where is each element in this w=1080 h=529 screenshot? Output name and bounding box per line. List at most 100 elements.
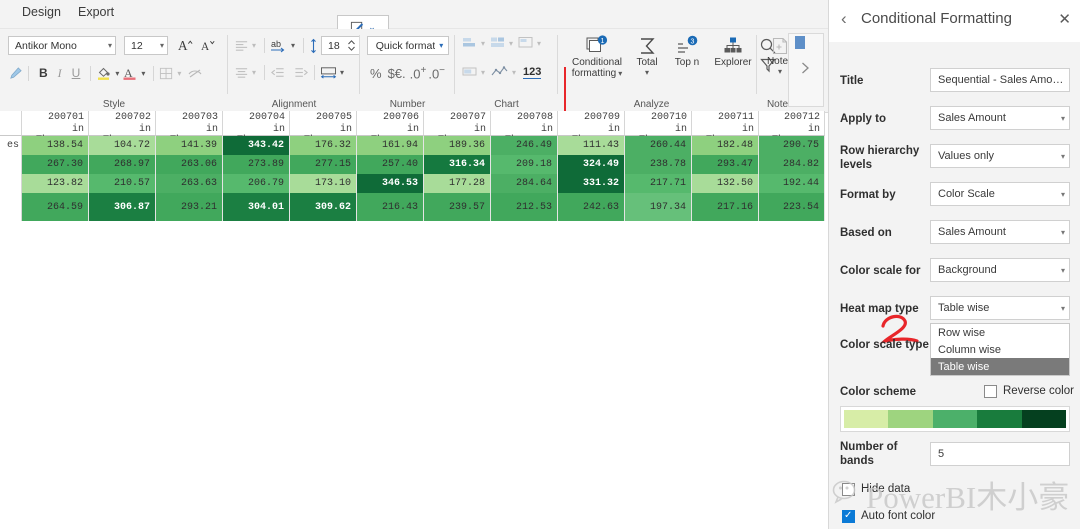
title-field[interactable]: Sequential - Sales Amo… <box>930 68 1070 92</box>
grid-cell[interactable]: 217.71 <box>625 174 692 193</box>
grid-cell[interactable]: 182.48 <box>692 136 759 155</box>
grid-cell[interactable]: 284.64 <box>491 174 558 193</box>
grid-column-header[interactable]: 200706in Thousan… <box>357 111 424 146</box>
bold-button[interactable]: B <box>34 66 53 80</box>
chevron-down-icon[interactable]: ▾ <box>141 69 145 78</box>
grid-column-header[interactable]: 200711in Thousan… <box>692 111 759 146</box>
grid-cell[interactable]: 263.63 <box>156 174 223 193</box>
grid-cell[interactable]: 324.49 <box>558 155 625 174</box>
color-scheme-gradient[interactable] <box>840 406 1070 432</box>
grid-cell[interactable]: 268.97 <box>89 155 156 174</box>
chevron-down-icon[interactable]: ▾ <box>645 68 649 77</box>
grid-column-header[interactable]: 200712in Thousan… <box>759 111 825 146</box>
apply-to-select[interactable]: Sales Amount ▾ <box>930 106 1070 130</box>
line-chart-icon[interactable] <box>491 65 509 79</box>
chevron-down-icon[interactable]: ▾ <box>481 68 485 77</box>
grid-cell[interactable]: 293.21 <box>156 193 223 221</box>
borders-icon[interactable] <box>159 66 174 81</box>
ribbon-overflow-panel[interactable] <box>788 33 824 107</box>
grid-cell[interactable]: 192.44 <box>759 174 825 193</box>
grid-cell[interactable]: 290.75 <box>759 136 825 155</box>
underline-button[interactable]: U <box>67 66 86 80</box>
explorer-button[interactable]: Explorer <box>708 35 758 68</box>
variance-chart-icon[interactable] <box>518 36 534 50</box>
grid-column-header[interactable]: 200708in Thousan… <box>491 111 558 146</box>
wrap-text-icon[interactable]: ab <box>270 38 288 54</box>
grid-cell[interactable]: 293.47 <box>692 155 759 174</box>
format-painter-icon[interactable] <box>8 66 23 81</box>
grid-cell[interactable]: 267.30 <box>22 155 89 174</box>
color-swatch[interactable] <box>1021 410 1067 428</box>
stepper-icon[interactable] <box>347 39 356 52</box>
grid-cell[interactable]: 331.32 <box>558 174 625 193</box>
chevron-left-icon[interactable]: ‹ <box>841 9 847 29</box>
auto-font-color-checkbox[interactable] <box>842 510 855 523</box>
color-swatch[interactable] <box>888 410 933 428</box>
font-size-combo[interactable]: 12 ▾ <box>124 36 168 55</box>
color-scale-for-select[interactable]: Background ▾ <box>930 258 1070 282</box>
grid-column-header[interactable]: 200707in Thousan… <box>424 111 491 146</box>
chevron-down-icon[interactable]: ▾ <box>537 39 541 48</box>
grid-column-header[interactable]: 200705in Thousan… <box>290 111 357 146</box>
chevron-down-icon[interactable]: ▾ <box>291 41 295 50</box>
grid-cell[interactable]: 177.28 <box>424 174 491 193</box>
grid-cell[interactable]: 210.57 <box>89 174 156 193</box>
grid-cell[interactable]: 173.10 <box>290 174 357 193</box>
grid-cell[interactable]: 343.42 <box>223 136 290 155</box>
chevron-down-icon[interactable]: ▾ <box>618 68 622 79</box>
grid-cell[interactable]: 346.53 <box>357 174 424 193</box>
grid-cell[interactable]: 197.34 <box>625 193 692 221</box>
grid-cell[interactable]: 161.94 <box>357 136 424 155</box>
grid-cell[interactable]: 104.72 <box>89 136 156 155</box>
grid-cell[interactable]: 277.15 <box>290 155 357 174</box>
grid-cell[interactable]: 138.54 <box>22 136 89 155</box>
heat-map-type-select[interactable]: Table wise ▾ <box>930 296 1070 320</box>
dropdown-option-column-wise[interactable]: Column wise <box>931 341 1069 358</box>
color-swatch[interactable] <box>977 410 1022 428</box>
column-width-icon[interactable] <box>320 65 337 80</box>
number-of-bands-input[interactable]: 5 <box>930 442 1070 466</box>
conditional-formatting-button[interactable]: 1 Conditional formatting ▾ <box>566 35 628 79</box>
currency-format-button[interactable]: $€. <box>385 66 409 81</box>
grid-cell[interactable]: 223.54 <box>759 193 825 221</box>
grid-row-header[interactable] <box>0 174 22 193</box>
chevron-down-icon[interactable]: ▾ <box>252 41 256 50</box>
dropdown-option-table-wise[interactable]: Table wise <box>931 358 1069 375</box>
color-scale-type-dropdown[interactable]: Row wise Column wise Table wise <box>930 323 1070 376</box>
grid-cell[interactable]: 263.06 <box>156 155 223 174</box>
chevron-right-icon[interactable] <box>797 60 813 76</box>
decrease-font-size-icon[interactable]: A <box>200 37 217 54</box>
bar-chart-icon[interactable] <box>462 36 478 50</box>
grid-column-header[interactable]: 200702in Thousan… <box>89 111 156 146</box>
grid-column-header[interactable]: 200710in Thousan… <box>625 111 692 146</box>
chevron-down-icon[interactable]: ▾ <box>115 69 119 78</box>
format-by-select[interactable]: Color Scale ▾ <box>930 182 1070 206</box>
grid-cell[interactable]: 123.82 <box>22 174 89 193</box>
total-button[interactable]: Total ▾ <box>628 35 666 77</box>
color-swatch[interactable] <box>932 410 978 428</box>
chevron-down-icon[interactable]: ▾ <box>778 67 782 76</box>
grid-cell[interactable]: 217.16 <box>692 193 759 221</box>
grid-row-header[interactable] <box>0 193 22 221</box>
grid-row-header[interactable] <box>0 155 22 174</box>
line-height-icon[interactable] <box>309 38 318 54</box>
align-horizontal-icon[interactable] <box>234 38 249 53</box>
grid-row-header[interactable]: es <box>0 136 22 155</box>
grid-cell[interactable]: 309.62 <box>290 193 357 221</box>
chevron-down-icon[interactable]: ▾ <box>177 69 181 78</box>
decrease-indent-icon[interactable] <box>270 65 286 80</box>
dropdown-option-row-wise[interactable]: Row wise <box>931 324 1069 341</box>
menu-item-export[interactable]: Export <box>78 5 114 19</box>
grid-cell[interactable]: 257.40 <box>357 155 424 174</box>
grid-cell[interactable]: 238.78 <box>625 155 692 174</box>
hide-data-checkbox[interactable] <box>842 483 855 496</box>
font-family-combo[interactable]: Antikor Mono ▾ <box>8 36 116 55</box>
top-n-button[interactable]: 3 Top n <box>666 35 708 68</box>
increase-indent-icon[interactable] <box>293 65 309 80</box>
decrease-decimal-button[interactable]: .0− <box>427 65 446 81</box>
grid-column-header[interactable]: 200701in Thousan… <box>22 111 89 146</box>
grid-cell[interactable]: 176.32 <box>290 136 357 155</box>
line-height-combo[interactable]: 18 <box>321 36 361 55</box>
based-on-select[interactable]: Sales Amount ▾ <box>930 220 1070 244</box>
grid-column-header[interactable]: 200703in Thousan… <box>156 111 223 146</box>
